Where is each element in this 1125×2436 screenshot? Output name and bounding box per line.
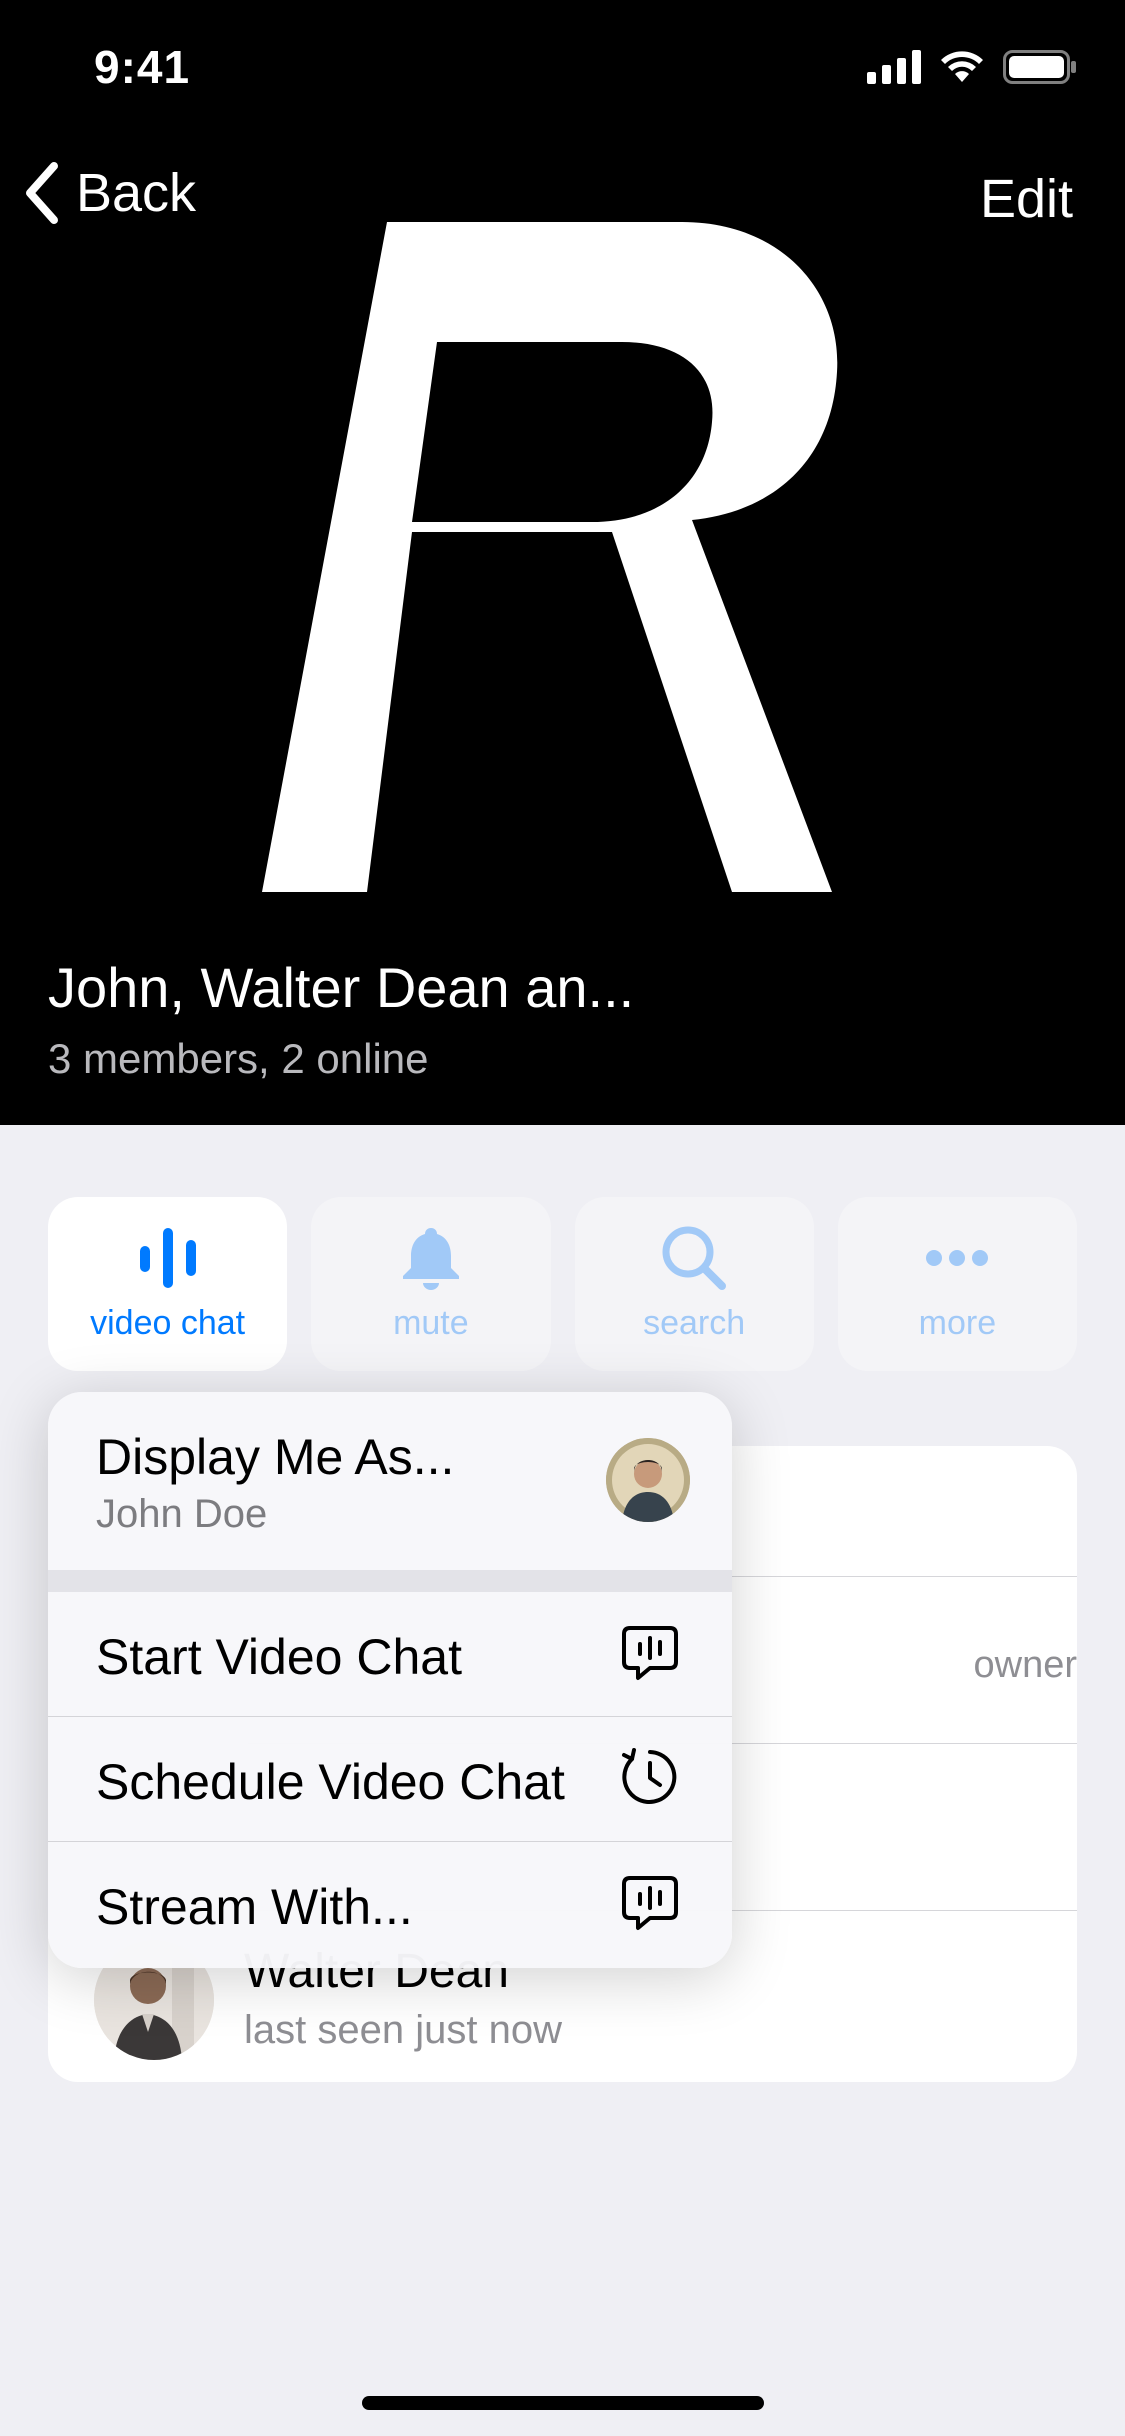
member-status: last seen just now [244,2008,562,2052]
bell-icon [401,1218,461,1298]
display-me-as-subtitle: John Doe [96,1492,268,1536]
video-chat-context-menu: Display Me As... John Doe Start Video Ch… [48,1392,732,1968]
profile-header: 9:41 Back Edit John, Walter Dean an... 3… [0,0,1125,1125]
stream-with-item[interactable]: Stream With... [48,1842,732,1966]
search-button[interactable]: search [574,1197,814,1371]
mute-button[interactable]: mute [311,1197,551,1371]
action-buttons: video chat mute search more [48,1197,1077,1371]
menu-section-gap [48,1570,732,1592]
stream-with-label: Stream With... [96,1879,413,1935]
magnifier-icon [661,1218,727,1298]
schedule-clock-icon [622,1748,677,1804]
more-button[interactable]: more [837,1197,1077,1371]
video-chat-icon [622,1626,678,1680]
status-time: 9:41 [94,41,191,93]
wifi-icon [941,51,983,82]
chevron-left-icon [26,162,58,224]
schedule-video-chat-label: Schedule Video Chat [96,1754,565,1810]
voice-waves-icon [136,1218,200,1298]
video-chat-button[interactable]: video chat [48,1197,288,1371]
group-avatar-letter: R [262,222,838,892]
user-avatar [606,1438,690,1522]
back-label: Back [76,163,197,223]
home-indicator[interactable] [362,2396,764,2410]
mute-label: mute [393,1304,469,1342]
start-video-chat-label: Start Video Chat [96,1629,462,1685]
edit-button[interactable]: Edit [980,168,1073,230]
schedule-video-chat-item[interactable]: Schedule Video Chat [48,1717,732,1841]
start-video-chat-item[interactable]: Start Video Chat [48,1592,732,1716]
group-title: John, Walter Dean an... [48,956,635,1019]
group-subtitle: 3 members, 2 online [48,1035,429,1082]
search-label: search [643,1304,746,1342]
status-bar: 9:41 [0,0,1125,135]
cellular-signal-icon [867,50,921,84]
display-me-as-item[interactable]: Display Me As... John Doe [48,1392,732,1570]
display-me-as-title: Display Me As... [96,1429,455,1485]
ellipsis-icon [924,1218,990,1298]
video-chat-label: video chat [90,1304,246,1342]
member-role-owner: owner [973,1644,1078,1686]
status-icons [867,50,1077,84]
more-label: more [918,1304,997,1342]
person-photo-icon [606,1438,690,1522]
battery-icon [1003,50,1076,84]
back-button[interactable]: Back [22,160,196,226]
stream-icon [622,1876,678,1930]
